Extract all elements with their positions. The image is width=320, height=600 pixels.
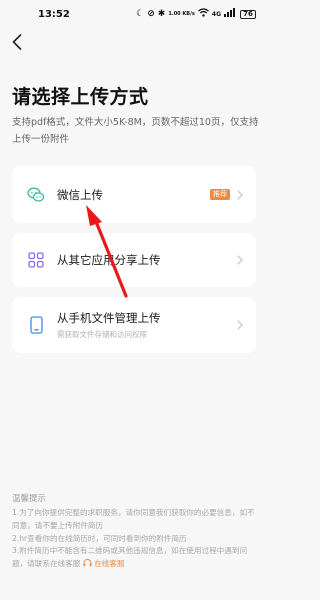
option-label: 微信上传 [57,187,103,202]
chevron-left-icon [12,34,22,50]
customer-service-label: 在线客服 [94,559,125,569]
headset-icon [83,559,92,567]
network-type: 4G [211,10,221,18]
tip-item: 3.附件简历中不能含有二维码或其他违规信息，如在使用过程中遇到问题，请联系在线客… [12,545,260,571]
status-icons: ☾ ⊘ ✱ 1.00 KB/s 4G 76 [136,8,256,20]
file-manager-upload-option[interactable]: 从手机文件管理上传 需获取文件存储和访问权限 [12,297,256,353]
battery-icon: 76 [240,9,256,19]
customer-service-link[interactable]: 在线客服 [83,559,125,568]
do-not-disturb-icon: ⊘ [147,8,155,19]
option-label: 从手机文件管理上传 [57,311,161,325]
recommended-badge: 推荐 [210,189,230,200]
app-grid-icon [27,251,45,269]
share-from-app-option[interactable]: 从其它应用分享上传 [12,233,256,287]
network-speed: 1.00 KB/s [168,11,195,17]
chevron-right-icon [236,254,244,266]
tips-list: 1.为了向你提供完整的求职服务，请你同意我们获取你的必要信息，如不同意，请不要上… [12,507,260,571]
status-time: 13:52 [38,8,70,20]
wechat-icon [27,186,45,204]
upload-requirements: 支持pdf格式，文件大小5K-8M，页数不超过10页，仅支持上传一份附件 [12,117,259,145]
signal-icon [224,8,235,20]
status-bar: 13:52 ☾ ⊘ ✱ 1.00 KB/s 4G 76 [0,0,268,28]
option-label: 从其它应用分享上传 [57,253,161,267]
tip-item: 2.hr查看你的在线简历时，可同时看到你的附件简历 [12,533,187,543]
phone-icon [27,316,45,334]
chevron-right-icon [236,319,244,331]
wifi-icon [197,8,209,20]
tip-text: 3.附件简历中不能含有二维码或其他违规信息，如在使用过程中遇到问题，请联系在线客… [12,546,248,569]
back-button[interactable] [8,31,26,53]
tip-item: 1.为了向你提供完整的求职服务，请你同意我们获取你的必要信息，如不同意，请不要上… [12,508,255,530]
wechat-upload-option[interactable]: 微信上传 推荐 [12,166,256,223]
permission-note: 需获取文件存储和访问权限 [57,330,147,339]
page-title: 请选择上传方式 [12,86,149,108]
bluetooth-icon: ✱ [157,8,166,19]
tips-title: 温馨提示 [12,494,47,504]
chevron-right-icon [236,189,244,201]
moon-icon: ☾ [136,8,145,19]
